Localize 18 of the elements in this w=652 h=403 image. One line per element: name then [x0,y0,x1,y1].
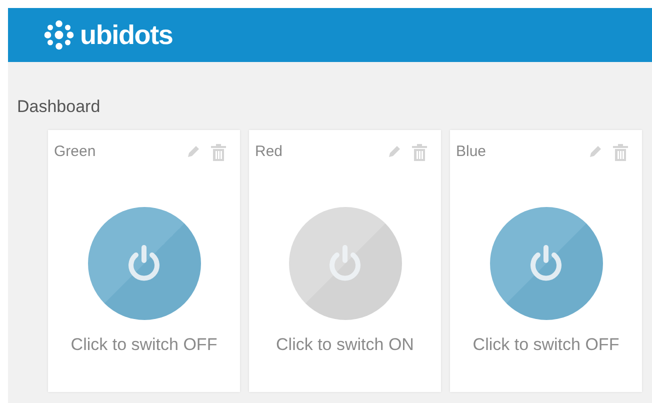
card-title: Red [255,142,283,162]
switch-label: Click to switch ON [276,334,414,356]
power-icon [127,243,161,283]
logo-dots-icon [44,20,74,50]
card-title: Blue [456,142,486,162]
switch-label: Click to switch OFF [70,334,218,356]
trash-icon[interactable] [211,144,226,161]
logo-text[interactable]: ubidots [80,22,173,48]
switch-label: Click to switch OFF [472,334,620,356]
edit-icon[interactable] [386,144,402,160]
trash-icon[interactable] [613,144,628,161]
power-icon [529,243,563,283]
page-title: Dashboard [17,98,102,115]
edit-icon[interactable] [587,144,603,160]
card-title: Green [54,142,96,162]
power-icon [328,243,362,283]
edit-icon[interactable] [185,144,201,160]
trash-icon[interactable] [412,144,427,161]
